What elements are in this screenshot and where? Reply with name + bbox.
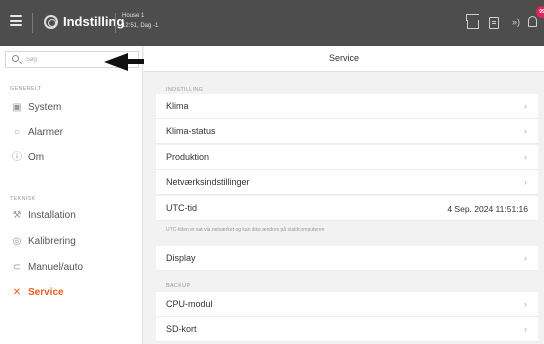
sidebar-item-label: Service [28, 287, 64, 298]
house-time: 12:51, Dag -1 [122, 23, 159, 29]
section-label-generelt: GENERELT [10, 86, 42, 92]
sidebar-item-label: Alarmer [28, 127, 64, 138]
group-label-indstilling: INDSTILLING [166, 87, 204, 93]
row-label: UTC-tid [166, 203, 197, 213]
house-name[interactable]: House 1 [122, 13, 144, 19]
sidebar-item-alarmer[interactable]: ○ Alarmer [0, 122, 142, 144]
search-icon [12, 55, 19, 62]
monitor-icon: ▣ [12, 102, 22, 113]
document-icon[interactable] [489, 17, 499, 29]
row-netvaerksindstillinger[interactable]: Netværksindstillinger › [156, 170, 538, 195]
utc-note: UTC-tiden er sat via netværket og kan ik… [166, 227, 325, 233]
tools-icon: ⚒ [12, 210, 22, 221]
target-icon: ◎ [12, 236, 22, 247]
sidebar-item-label: Om [28, 152, 45, 163]
row-display[interactable]: Display › [156, 246, 538, 271]
sidebar-item-label: Manuel/auto [28, 262, 84, 273]
home-icon[interactable] [467, 20, 479, 29]
bell-icon: ○ [13, 127, 21, 138]
row-klima-status[interactable]: Klima-status › [156, 119, 538, 144]
alarm-bell-icon[interactable] [528, 16, 537, 27]
row-label: CPU-modul [166, 299, 213, 309]
chevron-right-icon: › [524, 299, 527, 309]
utc-time-value: 4 Sep. 2024 11:51:16 [447, 204, 528, 214]
chevron-right-icon: › [524, 101, 527, 111]
sidebar-item-installation[interactable]: ⚒ Installation [0, 205, 142, 227]
sidebar-item-system[interactable]: ▣ System [0, 97, 142, 119]
divider [32, 13, 33, 33]
chevron-right-icon: › [524, 253, 527, 263]
row-label: Produktion [166, 152, 210, 162]
wrench-icon: ✕ [12, 287, 22, 298]
row-label: Klima-status [166, 126, 216, 136]
sidebar-item-manuel-auto[interactable]: ⊂ Manuel/auto [0, 257, 142, 279]
main-title: Service [328, 53, 359, 63]
divider [115, 13, 116, 33]
info-icon: ⓘ [12, 152, 22, 163]
sidebar-item-label: Installation [28, 210, 76, 221]
row-utc-tid: UTC-tid 4 Sep. 2024 11:51:16 [156, 196, 538, 221]
row-cpu-modul[interactable]: CPU-modul › [156, 292, 538, 317]
sidebar-item-kalibrering[interactable]: ◎ Kalibrering [0, 231, 142, 253]
row-label: Klima [166, 101, 189, 111]
chevron-right-icon: › [524, 177, 527, 187]
sidebar-item-service[interactable]: ✕ Service [0, 282, 142, 304]
top-bar: Indstilling House 1 12:51, Dag -1 ») 99 [0, 0, 544, 46]
main-header: Service [144, 46, 544, 72]
sidebar: GENERELT ▣ System ○ Alarmer ⓘ Om TEKNISK… [0, 46, 143, 344]
row-label: Netværksindstillinger [166, 177, 250, 187]
sidebar-item-label: Kalibrering [28, 236, 76, 247]
settings-gear-icon [44, 15, 58, 29]
menu-icon[interactable] [10, 15, 22, 26]
sidebar-item-label: System [28, 102, 62, 113]
chevron-right-icon: › [524, 152, 527, 162]
row-produktion[interactable]: Produktion › [156, 145, 538, 170]
chevron-right-icon: › [524, 324, 527, 334]
row-sd-kort[interactable]: SD-kort › [156, 317, 538, 342]
row-label: SD-kort [166, 324, 197, 334]
chevron-right-icon: › [524, 126, 527, 136]
section-label-teknisk: TEKNISK [10, 196, 36, 202]
group-label-backup: BACKUP [166, 283, 191, 289]
signal-icon[interactable]: ») [512, 17, 524, 29]
arrow-head [104, 53, 128, 71]
sidebar-item-om[interactable]: ⓘ Om [0, 147, 142, 169]
toggle-icon: ⊂ [12, 262, 22, 273]
row-label: Display [166, 253, 196, 263]
row-klima[interactable]: Klima › [156, 94, 538, 119]
alarm-count-badge: 99 [536, 6, 544, 18]
